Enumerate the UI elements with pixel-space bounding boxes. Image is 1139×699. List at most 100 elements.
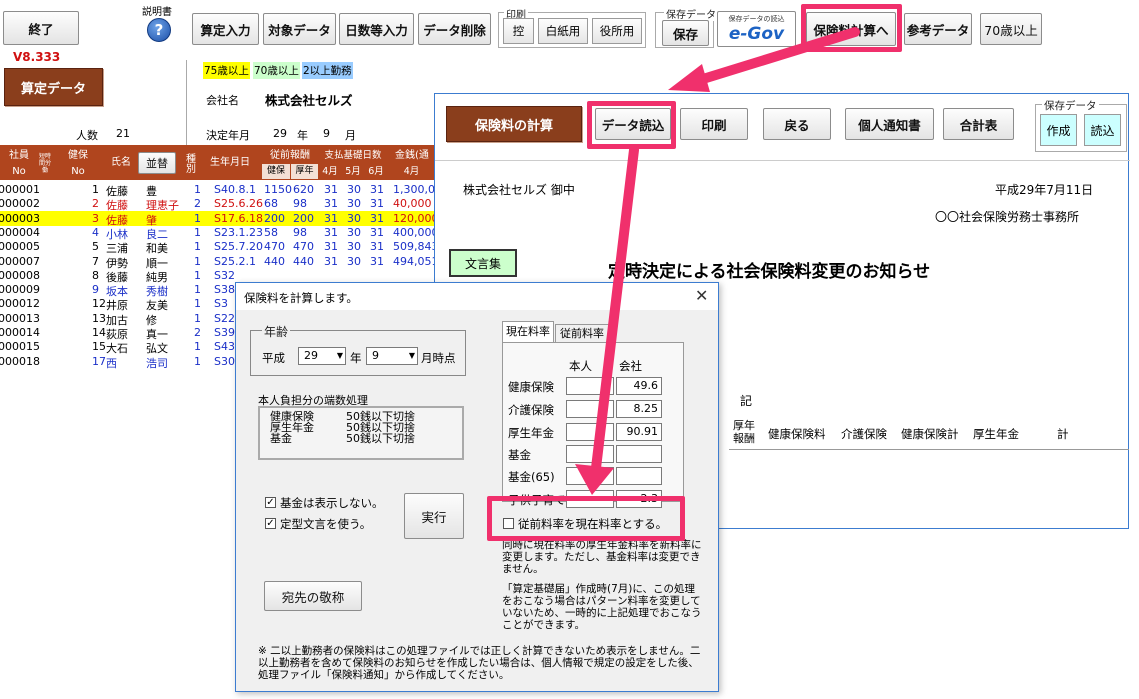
back-button[interactable]: 戻る [763,108,831,140]
legend-70: 70歳以上 [253,62,300,79]
bunsho-button[interactable]: 文言集 [449,249,517,277]
col-m4b: 4月 [403,166,420,177]
teikei-checkbox[interactable]: ✓ [265,518,276,529]
rate-person-field[interactable] [566,400,614,418]
kind-cell: 1 [194,311,201,325]
date-text: 平成29年7月11日 [995,183,1094,197]
table-row[interactable]: 000001 1 佐藤豊 1 S40.8.1 1150 620 31 30 31 1,300,000 [0,182,449,198]
table-row[interactable]: 000005 5 三浦 和美 1 S25.7.20 470 470 31 30 31 509,843 [0,239,439,255]
close-icon[interactable]: ✕ [695,286,708,305]
hoshu-kosei-cell: 98 [293,197,307,211]
month-select[interactable]: 9 ▼ [366,347,418,365]
col-days: 支払基礎日数 [324,149,382,161]
count-label: 人数 [76,129,98,142]
kenpo-no-cell: 12 [92,297,106,311]
print-draft-button[interactable]: 控 [503,18,534,44]
rate-person-field[interactable]: 4 [566,377,614,395]
company-name: 株式会社セルズ [265,93,353,108]
kind-cell: 1 [194,354,201,368]
col-kenpo-total: 健康保険計 [901,427,959,441]
birth-cell: S38 [214,283,235,297]
print-office-button[interactable]: 役所用 [592,18,642,44]
col-kenpo-ryo: 健康保険料 [768,427,826,441]
year-value: 29 [304,349,318,362]
day6-cell: 31 [370,240,384,254]
col-hoshu: 従前報酬 [270,149,310,161]
data-delete-button[interactable]: データ削除 [418,13,491,45]
kenpo-no-cell: 4 [92,225,99,239]
kikin-checkbox[interactable]: ✓ [265,497,276,508]
rate-person-field[interactable] [566,445,614,463]
amount-cell: 40,000 [393,197,432,211]
dialog-title: 保険料を計算します。 [244,291,358,305]
santei-input-button[interactable]: 算定入力 [192,13,259,45]
month-value: 9 [372,349,379,362]
rate-company-field[interactable] [616,445,662,463]
run-button[interactable]: 実行 [404,493,464,539]
kenpo-no-cell: 9 [92,283,99,297]
read-button[interactable]: 読込 [1084,114,1121,146]
hoshu-kosei-cell: 470 [293,240,314,254]
hoshu-kenpo-cell: 200 [264,211,285,225]
egov-logo: e-Gov [728,24,785,44]
rate-person-field[interactable] [566,467,614,485]
table-row[interactable]: 000002 2 佐藤 理恵子 2 S25.6.26 68 98 31 30 31 40,000 [0,196,434,212]
legend-2: 2以上勤務 [302,62,353,79]
hoshu-kosei-cell: 440 [293,254,314,268]
table-row[interactable]: 000003 3 佐藤肇 1 S17.6.18 200 200 31 30 31 120,000 [0,210,439,227]
rate-company-field[interactable]: 49.6 [616,377,662,395]
emp-cell: 000005 [0,240,40,254]
notice-button[interactable]: 個人通知書 [845,108,934,140]
col-name: 氏名 [111,156,131,168]
emp-cell: 000001 [0,183,40,196]
col-kosei-hoshu: 厚年報酬 [733,419,755,445]
rate-company-field[interactable]: 90.91 [616,423,662,441]
print-button[interactable]: 印刷 [680,108,748,140]
kind-cell: 1 [194,283,201,297]
santei-data-button[interactable]: 算定データ [4,68,103,106]
amount-cell: 120,000 [393,211,439,225]
decision-year: 29 [273,127,287,140]
total-button[interactable]: 合計表 [943,108,1014,140]
day5-cell: 30 [347,197,361,211]
create-button[interactable]: 作成 [1040,114,1077,146]
sort-button[interactable]: 並替 [138,152,176,174]
atesaki-button[interactable]: 宛先の敬称 [264,581,362,611]
decision-month: 9 [323,127,330,140]
tab-prev[interactable]: 従前料率 [555,324,613,343]
birth-cell: S3 [214,297,228,311]
rate-person-field[interactable] [566,423,614,441]
birth-cell: S17.6.18 [214,211,263,225]
save-button[interactable]: 保存 [662,20,709,46]
rate-company-field[interactable]: 8.25 [616,400,662,418]
egov-button[interactable]: 保存データの読込 e-Gov [717,11,796,47]
rounding-list: 健康保険 50銭以下切捨 厚生年金 50銭以下切捨 基金 50銭以下切捨 [258,406,464,460]
table-row[interactable]: 000007 7 伊勢 順一 1 S25.2.1 440 440 31 30 31 494,051 [0,254,439,270]
help-icon[interactable]: ? [147,18,171,42]
print-blank-button[interactable]: 白紙用 [538,18,588,44]
sankou-data-button[interactable]: 参考データ [904,13,972,45]
company-label: 会社名 [206,94,239,107]
year-select[interactable]: 29 ▼ [298,347,346,365]
birth-cell: S40.8.1 [214,183,256,196]
end-button[interactable]: 終了 [3,11,79,45]
target-data-button[interactable]: 対象データ [263,13,336,45]
decision-month-unit: 月 [345,129,356,142]
table-header: 社員 No 短時間労働 健保 No 氏名 並替 種別 生年月日 従前報酬 健保 … [0,145,434,180]
emp-cell: 000008 [0,268,40,282]
mei-cell: 浩司 [146,356,168,370]
rate-company-field[interactable] [616,467,662,485]
table-row[interactable]: 000008 8 後藤 純男 1 S32 [0,268,434,284]
data-read-highlight [587,101,676,149]
calc-title-button: 保険料の計算 [446,106,582,142]
hoshu-kenpo-cell: 58 [264,225,278,239]
count-value: 21 [116,127,130,140]
emp-cell: 000013 [0,311,40,325]
days-input-button[interactable]: 日数等入力 [339,13,414,45]
over70-button[interactable]: 70歳以上 [980,13,1042,45]
tab-current[interactable]: 現在料率 [502,321,554,343]
hoshu-kosei-cell: 620 [293,183,314,196]
table-row[interactable]: 000004 4 小林 良二 1 S23.1.23 58 98 31 30 31 400,000 [0,225,439,241]
kenpo-no-cell: 3 [92,211,99,225]
emp-cell: 000015 [0,340,40,354]
